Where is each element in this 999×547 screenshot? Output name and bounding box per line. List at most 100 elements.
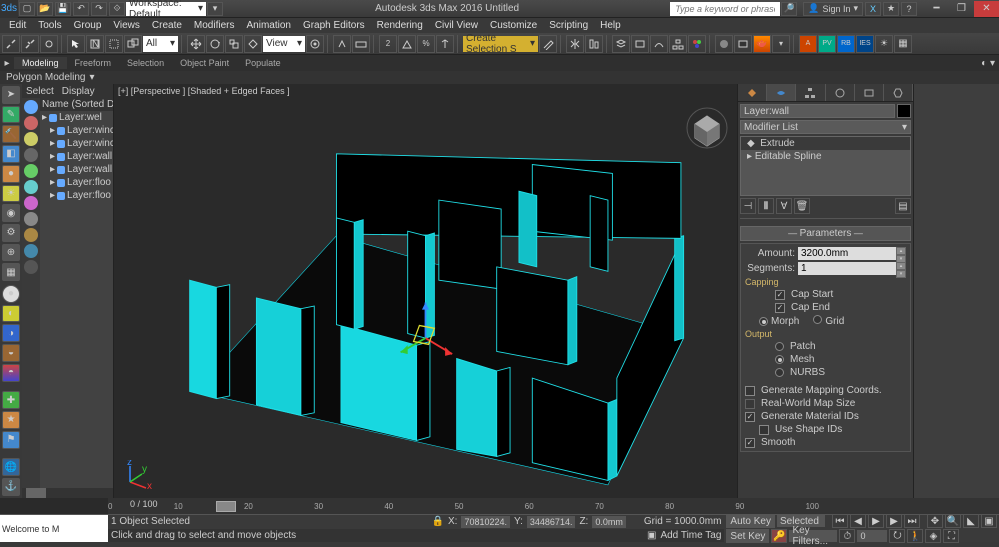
- stack-item-extrude[interactable]: ◆ Extrude: [741, 137, 910, 150]
- align-icon[interactable]: [585, 35, 603, 53]
- menu-rendering[interactable]: Rendering: [372, 19, 428, 32]
- snap-2d-icon[interactable]: 2: [379, 35, 397, 53]
- nav-zoomext-icon[interactable]: ▣: [981, 514, 997, 528]
- cmdtab-modify-icon[interactable]: [767, 84, 796, 101]
- vtool-blue-icon[interactable]: ◑: [2, 324, 20, 342]
- filter-space-icon[interactable]: [24, 180, 38, 194]
- help-icon[interactable]: ?: [901, 2, 917, 16]
- keyboard-icon[interactable]: [352, 35, 370, 53]
- filter-light-icon[interactable]: [24, 132, 38, 146]
- cmdtab-create-icon[interactable]: [738, 84, 767, 101]
- a360-icon[interactable]: A: [799, 35, 817, 53]
- material-editor-icon[interactable]: [688, 35, 706, 53]
- tab-populate[interactable]: Populate: [237, 57, 289, 69]
- vtool-light-icon[interactable]: ☀: [2, 185, 20, 203]
- modifier-list-dropdown[interactable]: Modifier List▾: [740, 120, 911, 134]
- menu-views[interactable]: Views: [108, 19, 145, 32]
- nav-fov-icon[interactable]: ◣: [963, 514, 979, 528]
- select-region-icon[interactable]: [105, 35, 123, 53]
- signin-button[interactable]: 👤Sign In▾: [803, 2, 863, 16]
- sel-set-edit-icon[interactable]: [539, 35, 557, 53]
- unlink-icon[interactable]: [21, 35, 39, 53]
- move-icon[interactable]: [187, 35, 205, 53]
- filter-hidden-icon[interactable]: [24, 260, 38, 274]
- filter-geom-icon[interactable]: [24, 100, 38, 114]
- coord-x-field[interactable]: 70810224.: [461, 516, 510, 528]
- sun-icon[interactable]: ☀: [875, 35, 893, 53]
- coord-z-field[interactable]: 0.0mm: [592, 516, 626, 528]
- cap-start-checkbox[interactable]: ✓Cap Start: [745, 289, 906, 300]
- snap-angle-icon[interactable]: [398, 35, 416, 53]
- render-setup-icon[interactable]: [715, 35, 733, 53]
- tree-item[interactable]: ▸Layer:floo: [40, 189, 113, 202]
- workspace-opt-icon[interactable]: ▾: [207, 2, 223, 16]
- nav-dolly-icon[interactable]: ◈: [925, 529, 941, 543]
- viewport-canvas[interactable]: z x y: [114, 98, 737, 498]
- viewport[interactable]: [+] [Perspective ] [Shaded + Edged Faces…: [114, 84, 737, 498]
- ribbon-band-label[interactable]: Polygon Modeling▾: [0, 71, 999, 84]
- filter-helper-icon[interactable]: [24, 164, 38, 178]
- placement-icon[interactable]: [244, 35, 262, 53]
- mirror-icon[interactable]: [566, 35, 584, 53]
- maxscript-listener[interactable]: Welcome to M: [0, 515, 108, 542]
- filter-shape-icon[interactable]: [24, 116, 38, 130]
- vtool-hammer-icon[interactable]: 🔨: [2, 125, 20, 143]
- tree-column-header[interactable]: Name (Sorted Descen: [40, 98, 113, 111]
- make-unique-icon[interactable]: ∀: [776, 198, 792, 214]
- cmdtab-display-icon[interactable]: [855, 84, 884, 101]
- manipulate-icon[interactable]: [333, 35, 351, 53]
- prev-frame-icon[interactable]: ◀: [850, 514, 866, 528]
- stack-item-spline[interactable]: ▸ Editable Spline: [741, 150, 910, 163]
- new-icon[interactable]: ▢: [19, 2, 35, 16]
- rollout-parameters-header[interactable]: — Parameters —: [740, 226, 911, 241]
- vtool-cube-icon[interactable]: ◧: [2, 145, 20, 163]
- vtool-earth-icon[interactable]: 🌐: [2, 458, 20, 476]
- keyfilters-button[interactable]: Key Filters...: [789, 530, 837, 542]
- menu-help[interactable]: Help: [595, 19, 626, 32]
- render-view-icon[interactable]: ▾: [772, 35, 790, 53]
- play-icon[interactable]: ▶: [868, 514, 884, 528]
- menu-group[interactable]: Group: [69, 19, 107, 32]
- coord-y-field[interactable]: 34486714.: [527, 516, 576, 528]
- key-icon[interactable]: 🔑: [771, 529, 787, 543]
- search-icon[interactable]: 🔎: [781, 2, 797, 16]
- app-icon[interactable]: 3ds: [0, 0, 18, 18]
- viewcube[interactable]: [685, 106, 729, 150]
- vtool-grad-icon[interactable]: ◓: [2, 364, 20, 382]
- configure-icon[interactable]: ▤: [895, 198, 911, 214]
- select-link-icon[interactable]: [2, 35, 20, 53]
- selection-filter-dropdown[interactable]: All▾: [143, 36, 178, 52]
- tab-freeform[interactable]: Freeform: [67, 57, 120, 69]
- nurbs-radio[interactable]: NURBS: [745, 367, 906, 378]
- ribbon-expand-icon[interactable]: ▸: [0, 58, 14, 69]
- menu-animation[interactable]: Animation: [241, 19, 295, 32]
- morph-radio[interactable]: Morph: [759, 316, 799, 327]
- nav-orbit-icon[interactable]: ⭮: [889, 529, 905, 543]
- render-frame-icon[interactable]: [734, 35, 752, 53]
- vtool-grid-icon[interactable]: ▦: [2, 263, 20, 281]
- vtool-anchor-icon[interactable]: ⚓: [2, 478, 20, 496]
- layer-explorer-icon[interactable]: [612, 35, 630, 53]
- bind-icon[interactable]: [40, 35, 58, 53]
- vtool-snap-icon[interactable]: ⊕: [2, 244, 20, 262]
- nav-pan-icon[interactable]: ✥: [927, 514, 943, 528]
- lock-icon[interactable]: 🔒: [432, 516, 444, 527]
- minimize-button[interactable]: ━: [924, 1, 949, 17]
- vtool-select-icon[interactable]: ➤: [2, 86, 20, 104]
- tree-item[interactable]: ▸Layer:wel: [40, 111, 113, 124]
- scene-display-menu[interactable]: Display: [62, 86, 95, 97]
- pv-icon[interactable]: PV: [818, 35, 836, 53]
- snap-percent-icon[interactable]: %: [417, 35, 435, 53]
- menu-scripting[interactable]: Scripting: [544, 19, 593, 32]
- setkey-button[interactable]: Set Key: [726, 529, 769, 543]
- filter-group-icon[interactable]: [24, 212, 38, 226]
- filter-frozen-icon[interactable]: [24, 244, 38, 258]
- next-frame-icon[interactable]: ▶: [886, 514, 902, 528]
- vtool-sphere-icon[interactable]: ●: [2, 165, 20, 183]
- tree-item[interactable]: ▸Layer:wall: [40, 163, 113, 176]
- use-shapeids-checkbox[interactable]: Use Shape IDs: [745, 424, 906, 435]
- maximize-button[interactable]: ❐: [949, 1, 974, 17]
- vtool-spiral-icon[interactable]: ◉: [2, 204, 20, 222]
- toggle-ribbon-icon[interactable]: [631, 35, 649, 53]
- window-crossing-icon[interactable]: [124, 35, 142, 53]
